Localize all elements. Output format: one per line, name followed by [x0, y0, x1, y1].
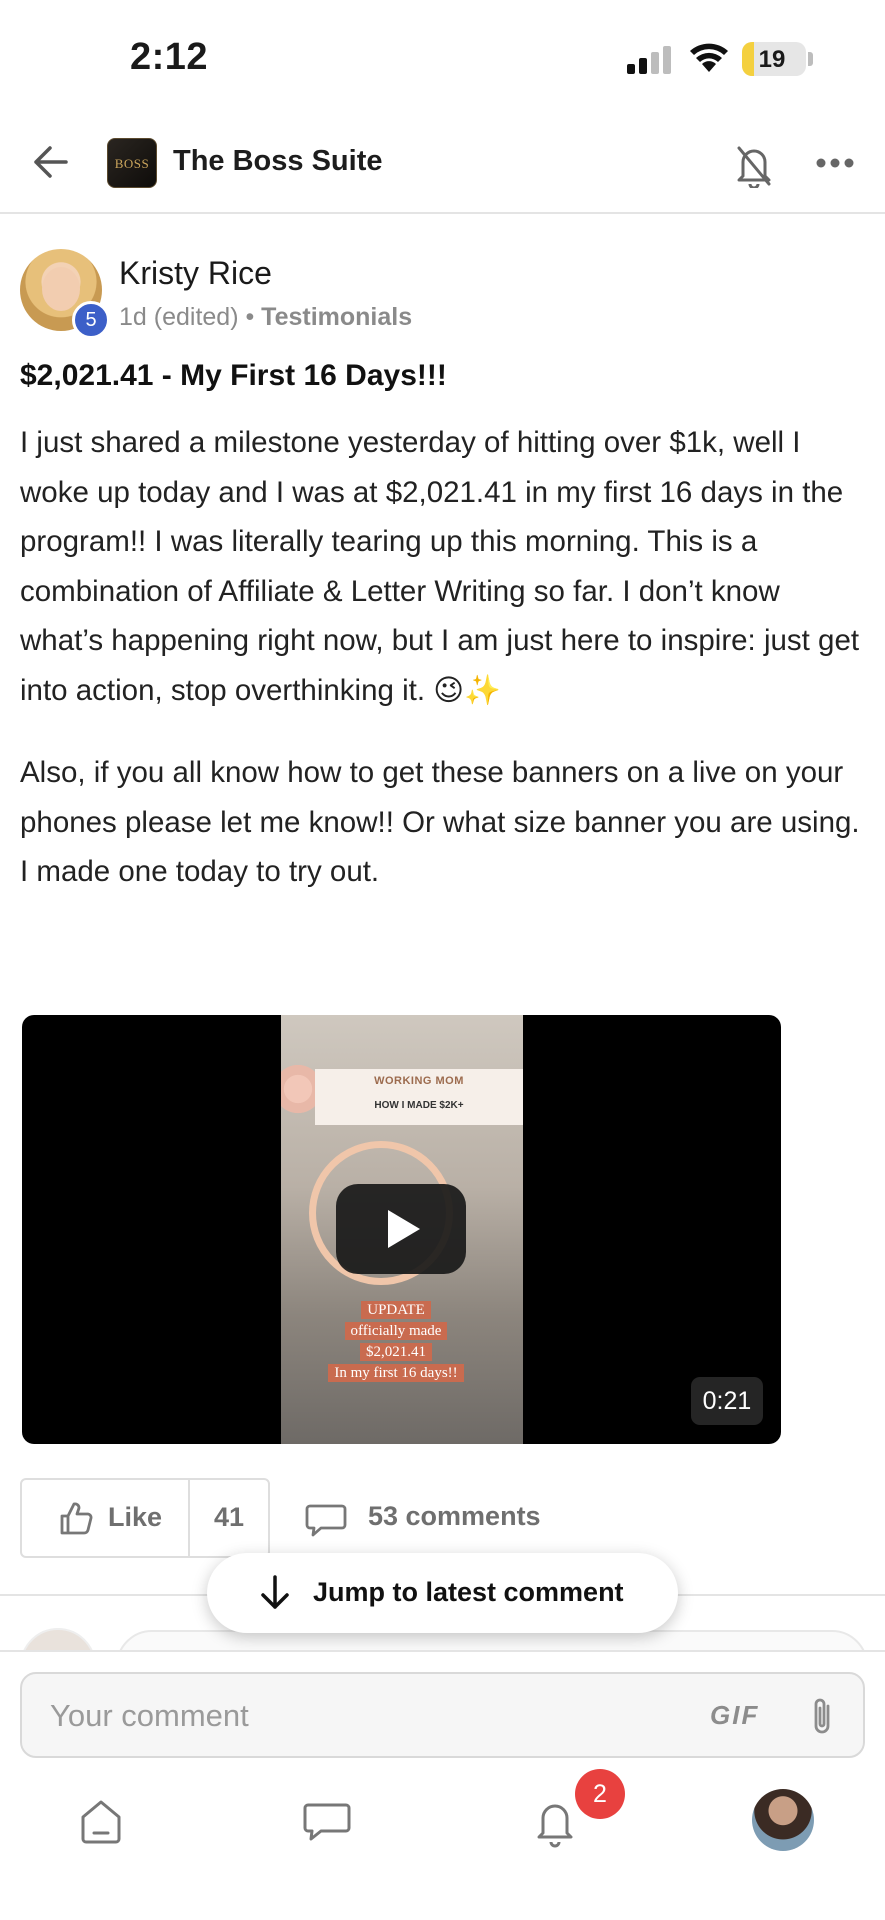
thumbnail-banner-subtitle: HOW I MADE $2K+ [374, 1100, 464, 1111]
level-badge: 5 [72, 301, 110, 339]
bottom-panel: Your comment GIF 2 [0, 1650, 885, 1920]
like-count[interactable]: 41 [190, 1502, 268, 1533]
video-player[interactable]: WORKING MOM HOW I MADE $2K+ UPDATE offic… [22, 1015, 781, 1444]
back-arrow-icon[interactable] [28, 140, 72, 184]
chat-tab-icon[interactable] [299, 1793, 355, 1849]
thumbs-up-icon [60, 1502, 93, 1535]
post-paragraph: Also, if you all know how to get these b… [20, 756, 860, 888]
group-header: BOSS The Boss Suite [0, 118, 885, 214]
overlay-line: In my first 16 days!! [328, 1364, 464, 1382]
like-button[interactable]: Like 41 [20, 1478, 270, 1558]
like-label: Like [108, 1502, 163, 1532]
battery-indicator: 19 [742, 42, 806, 76]
bell-off-icon[interactable] [733, 142, 775, 188]
comment-input[interactable]: Your comment GIF [20, 1672, 865, 1758]
cellular-signal-icon [627, 46, 671, 74]
jump-label: Jump to latest comment [313, 1577, 624, 1607]
overlay-line: officially made [344, 1322, 448, 1340]
post-paragraph: I just shared a milestone yesterday of h… [20, 426, 860, 707]
overlay-line: UPDATE [361, 1301, 431, 1319]
post-time: 1d (edited) • [119, 303, 262, 331]
thumbnail-floral-decoration [281, 1065, 315, 1125]
gif-button[interactable]: GIF [710, 1700, 759, 1731]
battery-cap [808, 52, 813, 66]
thumbnail-overlay-text: UPDATE officially made $2,021.41 In my f… [321, 1300, 471, 1384]
notifications-tab-icon[interactable] [527, 1793, 583, 1849]
home-tab-icon[interactable] [73, 1793, 129, 1849]
profile-avatar[interactable] [752, 1789, 814, 1851]
wifi-icon [690, 43, 728, 72]
arrow-down-icon [261, 1575, 289, 1609]
group-name[interactable]: The Boss Suite [173, 145, 383, 178]
paperclip-icon[interactable] [806, 1694, 838, 1738]
author-name[interactable]: Kristy Rice [119, 255, 272, 292]
notification-badge: 2 [575, 1769, 625, 1819]
post-category[interactable]: Testimonials [261, 303, 412, 331]
post-title: $2,021.41 - My First 16 Days!!! [20, 359, 447, 392]
post-meta: 1d (edited) • Testimonials [119, 303, 412, 332]
comment-placeholder: Your comment [50, 1698, 249, 1733]
more-options-icon[interactable] [815, 156, 855, 170]
battery-percent: 19 [758, 46, 786, 73]
status-time: 2:12 [130, 36, 209, 78]
video-duration: 0:21 [691, 1377, 763, 1425]
overlay-line: $2,021.41 [360, 1343, 432, 1361]
play-icon [388, 1210, 420, 1248]
comment-bubble-icon[interactable] [305, 1500, 347, 1540]
status-bar: 2:12 19 [0, 0, 885, 118]
play-button[interactable] [336, 1184, 466, 1274]
thumbnail-banner: WORKING MOM HOW I MADE $2K+ [315, 1069, 523, 1125]
comments-count[interactable]: 53 comments [368, 1501, 541, 1532]
jump-to-latest-comment-button[interactable]: Jump to latest comment [207, 1553, 678, 1633]
group-logo[interactable]: BOSS [107, 138, 157, 188]
thumbnail-banner-title: WORKING MOM [374, 1075, 464, 1087]
avatar-face [42, 267, 80, 311]
post-body: I just shared a milestone yesterday of h… [20, 418, 870, 930]
